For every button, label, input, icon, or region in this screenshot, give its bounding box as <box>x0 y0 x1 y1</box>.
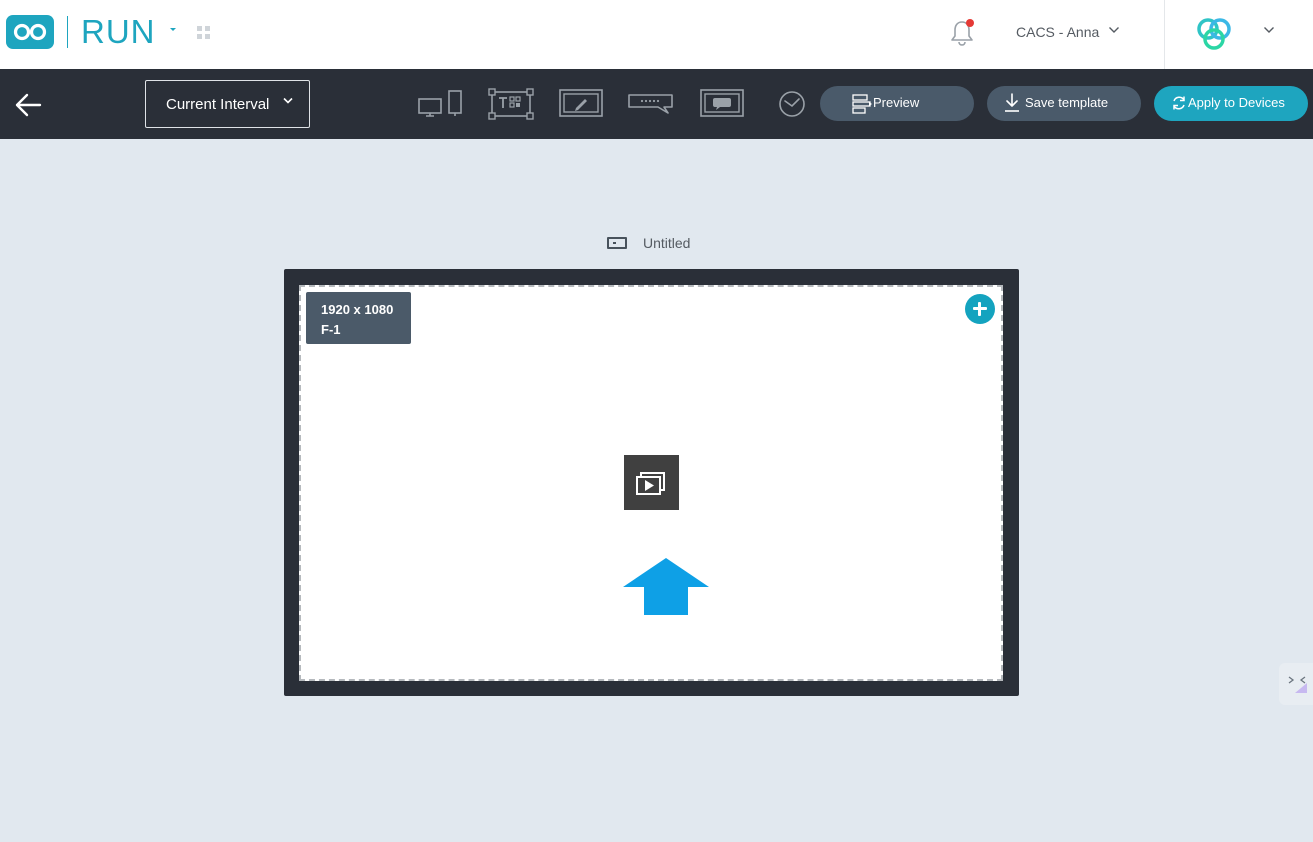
download-icon <box>1005 93 1019 112</box>
apply-to-devices-button[interactable]: Apply to Devices <box>1154 86 1308 121</box>
text-qr-icon[interactable] <box>488 88 534 120</box>
message-frame-icon[interactable] <box>700 89 744 119</box>
save-template-label: Save template <box>1025 95 1109 110</box>
ticker-icon[interactable] <box>628 93 674 115</box>
media-playlist-icon <box>636 472 665 495</box>
interval-dropdown[interactable]: Current Interval <box>145 80 310 128</box>
screen-orientation-icon <box>607 237 627 249</box>
preview-label: Preview <box>873 95 920 110</box>
zone-resolution: 1920 x 1080 <box>321 302 394 317</box>
screen-layout-icon[interactable] <box>418 89 464 119</box>
upload-arrow-icon[interactable] <box>622 557 710 617</box>
zone-info-badge: 1920 x 1080 F-1 <box>306 292 411 344</box>
sync-icon <box>1173 96 1185 110</box>
account-name[interactable]: CACS - Anna <box>1016 23 1099 41</box>
add-zone-button[interactable] <box>965 294 995 324</box>
back-arrow-icon[interactable] <box>14 92 42 118</box>
edit-frame-icon[interactable] <box>559 89 603 119</box>
preview-icon <box>852 94 872 114</box>
collapse-panel-tab[interactable] <box>1279 663 1313 705</box>
header-divider <box>1164 0 1165 69</box>
app-name[interactable]: RUN <box>81 12 156 52</box>
interval-label: Current Interval <box>166 95 270 113</box>
save-template-button[interactable]: Save template <box>987 86 1141 121</box>
preview-button[interactable]: Preview <box>820 86 974 121</box>
app-switcher-caret-icon[interactable] <box>169 26 177 32</box>
top-app-bar: RUN CACS - Anna <box>0 0 1313 69</box>
clock-icon[interactable] <box>778 90 806 118</box>
account-chevron-down-icon[interactable] <box>1108 26 1120 34</box>
logo-divider <box>67 16 68 48</box>
notification-badge <box>966 19 974 27</box>
brand-logo-icon[interactable] <box>1191 14 1237 54</box>
apply-to-devices-label: Apply to Devices <box>1188 95 1285 110</box>
zone-id: F-1 <box>321 322 341 337</box>
chevron-down-icon <box>283 97 293 104</box>
app-logo-icon[interactable] <box>6 15 54 49</box>
editor-toolbar: Current Interval Preview Save template A… <box>0 69 1313 139</box>
collapse-arrows-icon <box>1288 676 1307 693</box>
apps-grid-icon[interactable] <box>197 26 210 39</box>
template-title[interactable]: Untitled <box>643 235 690 251</box>
add-media-button[interactable] <box>624 455 679 510</box>
brand-chevron-down-icon[interactable] <box>1263 26 1275 34</box>
